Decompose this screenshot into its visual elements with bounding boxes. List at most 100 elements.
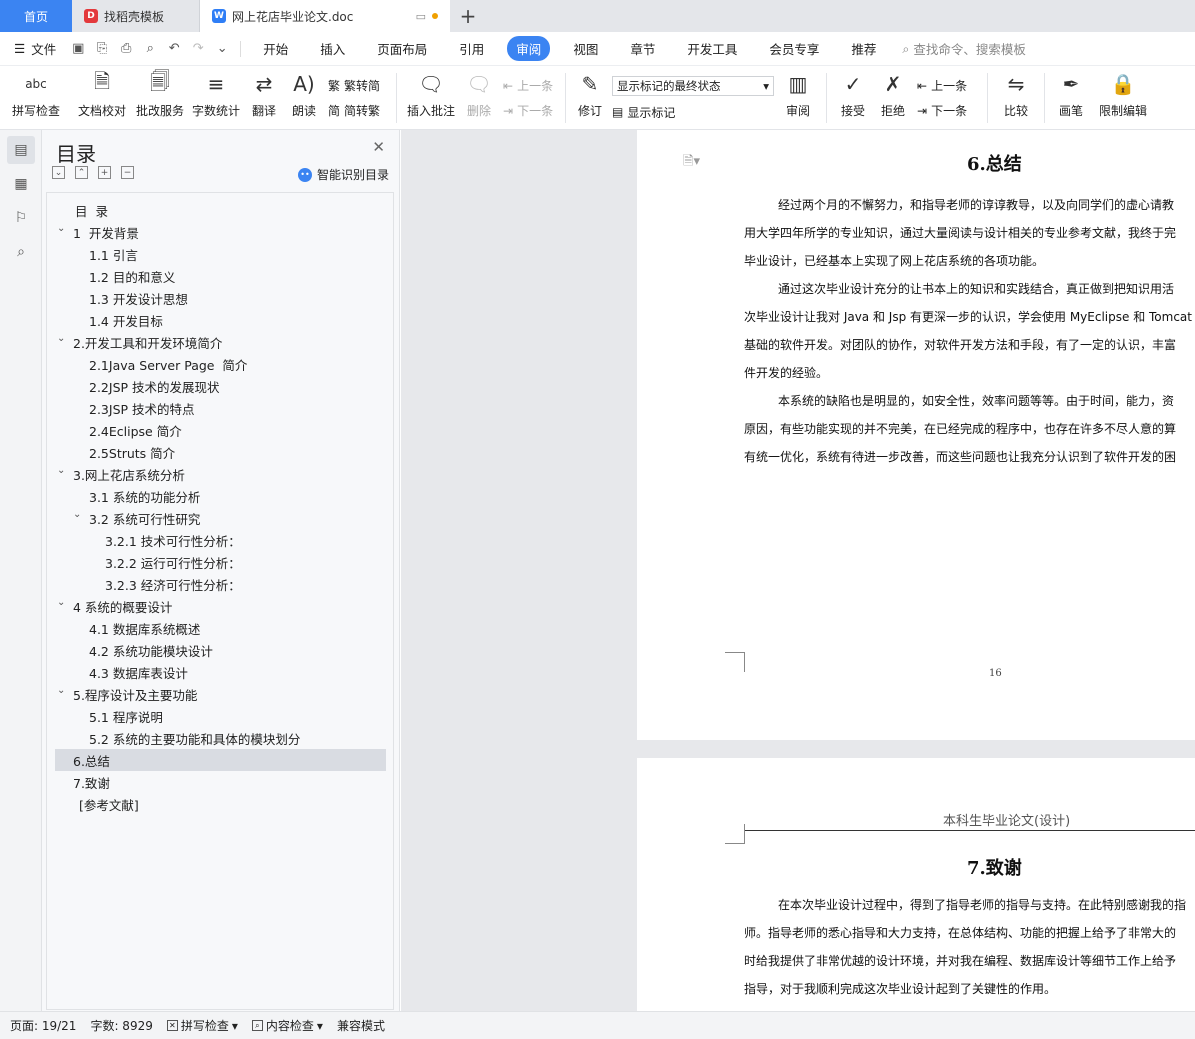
toc-item[interactable]: 7.致谢 <box>47 771 393 793</box>
toc-nav-icon[interactable]: ▤ <box>7 136 35 164</box>
toc-item[interactable]: 6.总结 <box>55 749 386 771</box>
menu-item[interactable]: 引用 <box>450 36 493 61</box>
collapse-all-icon[interactable]: ⌄ <box>52 166 65 179</box>
status-content-check[interactable]: ⌕ 内容检查 ▾ <box>251 1017 323 1034</box>
translate-button[interactable]: ⇄ 翻译 <box>244 66 284 130</box>
toc-item[interactable]: 3.1 系统的功能分析 <box>47 485 393 507</box>
toc-item[interactable]: ⌄ 1 开发背景 <box>47 221 393 243</box>
restrict-edit-button[interactable]: 🔒 限制编辑 <box>1091 66 1155 130</box>
toc-item[interactable]: [参考文献] <box>47 793 393 815</box>
toc-item[interactable]: 2.3JSP 技术的特点 <box>47 397 393 419</box>
toc-item[interactable]: 1.1 引言 <box>47 243 393 265</box>
menu-item[interactable]: 审阅 <box>507 36 551 61</box>
toc-item[interactable]: 1.2 目的和意义 <box>47 265 393 287</box>
spell-check-button[interactable]: abc 拼写检查 <box>0 66 72 130</box>
toc-item[interactable]: 2.1Java Server Page 简介 <box>47 353 393 375</box>
accept-button[interactable]: ✓ 接受 <box>833 66 873 130</box>
toc-item[interactable]: 5.1 程序说明 <box>47 705 393 727</box>
toc-item[interactable]: ⌄ 3.网上花店系统分析 <box>47 463 393 485</box>
read-aloud-button[interactable]: A) 朗读 <box>284 66 324 130</box>
toc-item[interactable]: 2.2JSP 技术的发展现状 <box>47 375 393 397</box>
chapter-nav-icon[interactable]: ▦ <box>7 170 35 198</box>
markup-state-select[interactable]: 显示标记的最终状态 ▾ <box>612 75 774 96</box>
reject-button[interactable]: ✗ 拒绝 <box>873 66 913 130</box>
toc-item[interactable]: 2.4Eclipse 简介 <box>47 419 393 441</box>
revise-button[interactable]: ✎ 修订 <box>572 66 608 130</box>
tab-document[interactable]: W 网上花店毕业论文.doc ▭ <box>200 0 450 32</box>
toc-item[interactable]: 5.2 系统的主要功能和具体的模块划分 <box>47 727 393 749</box>
doc-proof-button[interactable]: 🗎 文档校对 <box>72 66 132 130</box>
menu-item[interactable]: 插入 <box>311 36 354 61</box>
chevron-down-icon[interactable]: ⌄ <box>57 597 65 608</box>
next-comment-button[interactable]: ⇥ 下一条 <box>503 102 555 119</box>
batch-service-button[interactable]: 🗐 批改服务 <box>132 66 188 130</box>
menu-item[interactable]: 推荐 <box>842 36 885 61</box>
toc-item[interactable]: 4.3 数据库表设计 <box>47 661 393 683</box>
close-icon[interactable]: ✕ <box>372 138 385 156</box>
chevron-down-icon[interactable]: ⌄ <box>57 333 65 344</box>
save-icon[interactable]: ▣ <box>68 39 88 59</box>
document-line-text: 时给我提供了非常优越的设计环境，并对我在编程、数据库设计等细节工作上给予 <box>744 954 1177 968</box>
status-spell-check[interactable]: ✕ 拼写检查 ▾ <box>166 1017 238 1034</box>
show-markup-button[interactable]: ▤ 显示标记 <box>612 104 772 121</box>
menu-item[interactable]: 章节 <box>621 36 664 61</box>
page-menu-icon[interactable]: 🗎▾ <box>683 152 700 174</box>
remove-heading-icon[interactable]: − <box>121 166 134 179</box>
file-menu[interactable]: ☰ 文件 <box>0 39 66 58</box>
smart-toc-button[interactable]: •• 智能识别目录 <box>297 166 389 183</box>
toc-item[interactable]: 3.2.3 经济可行性分析： <box>47 573 393 595</box>
tab-template[interactable]: D 找稻壳模板 <box>72 0 200 32</box>
search-icon[interactable]: ⌕ <box>7 238 35 266</box>
insert-comment-button[interactable]: 🗨 插入批注 <box>403 66 459 130</box>
menu-item[interactable]: 开始 <box>254 36 297 61</box>
toc-item[interactable]: 1.4 开发目标 <box>47 309 393 331</box>
toc-item[interactable]: 3.2.2 运行可行性分析： <box>47 551 393 573</box>
compare-button[interactable]: ⇋ 比较 <box>994 66 1038 130</box>
window-icon[interactable]: ▭ <box>416 10 426 23</box>
simp-to-trad-button[interactable]: 简简转繁 <box>328 102 386 119</box>
next-change-button[interactable]: ⇥ 下一条 <box>917 102 977 119</box>
menu-item[interactable]: 页面布局 <box>368 36 436 61</box>
toc-item[interactable]: ⌄ 3.2 系统可行性研究 <box>47 507 393 529</box>
print-preview-icon[interactable]: ⌕ <box>140 39 160 59</box>
menu-item[interactable]: 会员专享 <box>760 36 828 61</box>
export-pdf-icon[interactable]: ⎘ <box>92 39 112 59</box>
simp-to-trad-label: 简转繁 <box>344 104 381 118</box>
chevron-down-icon[interactable]: ⌄ <box>73 509 81 520</box>
toc-item[interactable]: 4.1 数据库系统概述 <box>47 617 393 639</box>
expand-icon[interactable]: ⌃ <box>75 166 88 179</box>
chevron-down-icon[interactable]: ⌄ <box>57 223 65 234</box>
command-search[interactable]: ⌕ 查找命令、搜索模板 <box>902 39 1026 58</box>
chevron-down-icon[interactable]: ⌄ <box>57 685 65 696</box>
redo-icon[interactable]: ↷ <box>188 39 208 59</box>
word-count-button[interactable]: ≡ 字数统计 <box>188 66 244 130</box>
add-heading-icon[interactable]: + <box>98 166 111 179</box>
nav-icon-bar: ▤ ▦ ⚐ ⌕ <box>0 130 42 1011</box>
toc-item[interactable]: ⌄ 4 系统的概要设计 <box>47 595 393 617</box>
toc-item[interactable]: 4.2 系统功能模块设计 <box>47 639 393 661</box>
new-tab-button[interactable]: + <box>450 0 486 32</box>
pen-button[interactable]: ✒ 画笔 <box>1051 66 1091 130</box>
prev-comment-button[interactable]: ⇤ 上一条 <box>503 77 555 94</box>
customize-dropdown-icon[interactable]: ⌄ <box>212 39 232 59</box>
toc-item[interactable]: ⌄ 2.开发工具和开发环境简介 <box>47 331 393 353</box>
bookmark-icon[interactable]: ⚐ <box>7 204 35 232</box>
toc-item[interactable]: ⌄ 5.程序设计及主要功能 <box>47 683 393 705</box>
delete-comment-button[interactable]: 🗨 删除 <box>459 66 499 130</box>
trad-to-simp-button[interactable]: 繁繁转简 <box>328 77 386 94</box>
tab-home[interactable]: 首页 <box>0 0 72 32</box>
menu-item[interactable]: 视图 <box>564 36 607 61</box>
chevron-down-icon[interactable]: ⌄ <box>57 465 65 476</box>
toc-item[interactable]: 目 录 <box>47 199 393 221</box>
toc-item[interactable]: 1.3 开发设计思想 <box>47 287 393 309</box>
review-button[interactable]: ▥ 审阅 <box>776 66 820 130</box>
menu-item[interactable]: 开发工具 <box>678 36 746 61</box>
toc-item-label: 2.1Java Server Page 简介 <box>89 357 248 373</box>
word-count-indicator[interactable]: 字数: 8929 <box>90 1017 152 1034</box>
page-indicator[interactable]: 页面: 19/21 <box>10 1017 76 1034</box>
undo-icon[interactable]: ↶ <box>164 39 184 59</box>
prev-change-button[interactable]: ⇤ 上一条 <box>917 77 977 94</box>
print-icon[interactable]: ⎙ <box>116 39 136 59</box>
toc-item[interactable]: 3.2.1 技术可行性分析： <box>47 529 393 551</box>
toc-item[interactable]: 2.5Struts 简介 <box>47 441 393 463</box>
